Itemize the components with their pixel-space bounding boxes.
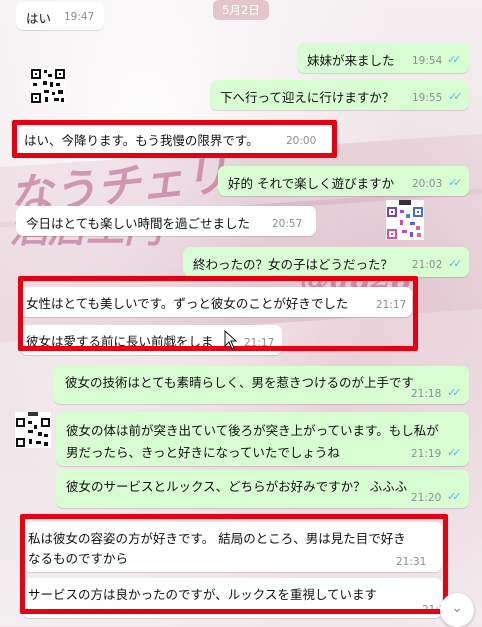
double-check-icon: ✓✓: [447, 446, 462, 459]
double-check-icon: ✓✓: [448, 90, 463, 103]
message-bubble-incoming[interactable]: はい 19:47: [16, 2, 104, 30]
message-text: 彼女の体は前が突き出ていて後ろが突き上がっています。もし私が: [66, 423, 439, 438]
message-text-line2: 男だったら、きっと好きになっていたでしょうね: [66, 445, 340, 460]
message-text: 妹妹が来ました: [307, 53, 395, 68]
double-check-icon: ✓✓: [448, 257, 463, 270]
qr-code-image[interactable]: [386, 200, 424, 240]
message-text: 今日はとても楽しい時間を過ごせました: [26, 216, 251, 231]
scroll-to-bottom-button[interactable]: ⌄: [440, 593, 474, 627]
message-time: 19:47: [64, 11, 95, 23]
message-time: 21:02: [412, 259, 443, 271]
message-bubble-outgoing[interactable]: 彼女のサービスとルックス、どちらがお好みですか？ ふふふ 21:20 ✓✓: [56, 470, 469, 508]
message-text: 好的 それで楽しく遊びますか: [228, 176, 395, 191]
double-check-icon: ✓✓: [448, 176, 463, 189]
qr-code-image[interactable]: [30, 68, 66, 104]
message-bubble-outgoing[interactable]: 彼女の技術はとても素晴らしく、男を惹きつけるのが上手です 21:18 ✓✓: [53, 366, 469, 404]
message-time: 21:20: [411, 492, 442, 504]
date-separator: 5月2日: [213, 0, 269, 20]
message-bubble-outgoing[interactable]: 彼女の体は前が突き出ていて後ろが突き上がっています。もし私が 男だったら、きっと…: [56, 412, 469, 466]
message-time: 19:55: [412, 92, 443, 104]
message-text: 彼女の技術はとても素晴らしく、男を惹きつけるのが上手です: [65, 375, 415, 390]
highlight-box: [18, 276, 418, 351]
message-text: 彼女のサービスとルックス、どちらがお好みですか？ ふふふ: [66, 479, 408, 494]
double-check-icon: ✓✓: [447, 490, 462, 503]
message-time: 21:18: [411, 388, 442, 400]
message-time: 19:54: [412, 55, 443, 67]
highlight-box: [12, 120, 337, 158]
message-bubble-outgoing[interactable]: 好的 それで楽しく遊びますか 20:03 ✓✓: [218, 166, 469, 196]
qr-code-image[interactable]: [15, 412, 51, 448]
double-check-icon: ✓✓: [447, 53, 462, 66]
message-bubble-outgoing[interactable]: 下へ行って迎えに行けますか？ 19:55 ✓✓: [210, 80, 469, 110]
message-time: 21:19: [411, 448, 442, 460]
message-text: 終わったの？女の子はどうだった？: [193, 257, 394, 272]
mouse-cursor-icon: [224, 329, 238, 354]
chevron-down-icon: ⌄: [451, 600, 463, 616]
message-time: 20:03: [412, 178, 443, 190]
message-bubble-incoming[interactable]: 今日はとても楽しい時間を過ごせました 20:57: [16, 206, 316, 236]
message-time: 20:57: [272, 218, 303, 230]
message-bubble-outgoing[interactable]: 終わったの？女の子はどうだった？ 21:02 ✓✓: [183, 247, 469, 277]
highlight-box: [20, 514, 448, 614]
message-bubble-outgoing[interactable]: 妹妹が来ました 19:54 ✓✓: [297, 43, 469, 73]
message-text: はい: [26, 11, 52, 26]
message-text: 下へ行って迎えに行けますか？: [220, 90, 395, 105]
double-check-icon: ✓✓: [447, 386, 462, 399]
